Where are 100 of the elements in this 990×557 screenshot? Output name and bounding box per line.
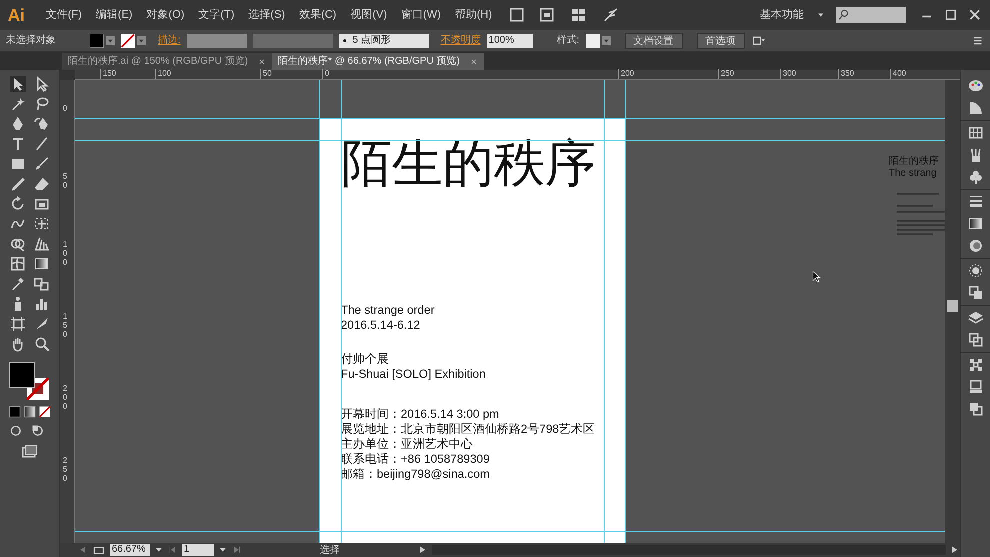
ruler-label: 200: [618, 69, 634, 79]
menu-item[interactable]: 文字(T): [192, 6, 242, 24]
symbols-icon[interactable]: [968, 169, 984, 185]
screen-mode-icon[interactable]: [20, 444, 38, 460]
close-icon[interactable]: [968, 8, 982, 22]
zoom-field[interactable]: 66.67%: [110, 544, 150, 556]
ruler-label: 50: [260, 69, 272, 79]
swatches-icon[interactable]: [968, 125, 984, 141]
mesh-icon[interactable]: [10, 256, 26, 272]
eyedropper-icon[interactable]: [10, 276, 26, 292]
ruler-label: 100: [63, 240, 68, 267]
app-logo: Ai: [8, 6, 25, 24]
rotate-icon[interactable]: [10, 196, 26, 212]
play-icon[interactable]: [418, 545, 428, 555]
transform-icon[interactable]: [968, 379, 984, 395]
graphic-styles-icon[interactable]: [968, 285, 984, 301]
stroke-label[interactable]: 描边:: [158, 33, 181, 48]
stroke-weight-field[interactable]: [186, 34, 247, 48]
curvature-pen-icon[interactable]: [34, 116, 50, 132]
opacity-label[interactable]: 不透明度: [440, 33, 481, 48]
menu-item[interactable]: 对象(O): [140, 6, 192, 24]
artwork-text: The strang: [889, 168, 938, 180]
gradient-panel-icon[interactable]: [968, 216, 984, 232]
brush-dropdown[interactable]: 5 点圆形: [338, 34, 429, 48]
bridge-icon[interactable]: [509, 7, 526, 23]
artboard-text-line: 主办单位：亚洲艺术中心: [341, 437, 474, 452]
dropdown-caret-icon[interactable]: [137, 34, 146, 48]
ruler-label: 400: [890, 69, 906, 79]
menu-item[interactable]: 窗口(W): [394, 6, 448, 24]
none-mode-icon[interactable]: [38, 406, 50, 418]
eraser-icon[interactable]: [34, 176, 50, 192]
close-icon[interactable]: [470, 58, 478, 66]
column-graph-icon[interactable]: [34, 296, 50, 312]
layers-icon[interactable]: [968, 310, 984, 326]
rectangle-icon[interactable]: [10, 156, 26, 172]
appearance-icon[interactable]: [968, 263, 984, 279]
color-mode-icon[interactable]: [8, 406, 20, 418]
first-artboard-icon[interactable]: [168, 545, 178, 555]
stroke-none-swatch-icon[interactable]: [121, 34, 135, 48]
fill-swatch-icon[interactable]: [90, 34, 104, 48]
gradient-mode-icon[interactable]: [24, 406, 36, 418]
graphic-style-swatch-icon[interactable]: [586, 34, 600, 48]
menu-item[interactable]: 视图(V): [344, 6, 394, 24]
artwork-text: 陌生的秩序: [889, 156, 939, 168]
document-tab[interactable]: 陌生的秩序* @ 66.67% (RGB/GPU 预览): [272, 53, 484, 70]
ruler-label: 0: [322, 69, 330, 79]
workspace-switcher[interactable]: 基本功能: [760, 6, 804, 24]
document-tab[interactable]: 陌生的秩序.ai @ 150% (RGB/GPU 预览): [62, 53, 272, 70]
magic-wand-icon[interactable]: [10, 96, 26, 112]
pathfinder-icon[interactable]: [968, 401, 984, 417]
brush-dot-icon: [342, 38, 348, 44]
last-artboard-icon[interactable]: [232, 545, 242, 555]
zoom-icon[interactable]: [34, 336, 50, 352]
artboard-title: 陌生的秩序: [341, 134, 596, 194]
artboard-text-line: 2016.5.14-6.12: [341, 318, 422, 333]
dropdown-caret-icon[interactable]: [602, 34, 611, 48]
close-icon[interactable]: [258, 58, 266, 66]
mouse-pointer-icon: [811, 270, 823, 284]
ruler-label: 250: [63, 456, 68, 483]
menu-item[interactable]: 帮助(H): [448, 6, 500, 24]
scrollbar-thumb[interactable]: [947, 300, 958, 312]
toolbar-button[interactable]: 首选项: [696, 32, 745, 48]
share-icon[interactable]: [92, 544, 106, 556]
arrow-left-icon[interactable]: [78, 545, 88, 555]
toolbar-button[interactable]: 文档设置: [624, 32, 683, 48]
line-segment-icon[interactable]: [34, 136, 50, 152]
menu-item[interactable]: 效果(C): [292, 6, 344, 24]
blend-icon[interactable]: [34, 276, 50, 292]
ruler-label: 350: [838, 69, 854, 79]
artboards-icon[interactable]: [968, 332, 984, 348]
perspective-grid-icon[interactable]: [34, 236, 50, 252]
artboard-text-line: 邮箱：beijing798@sina.com: [341, 467, 491, 482]
color-guide-icon[interactable]: [968, 100, 984, 116]
maximize-icon[interactable]: [944, 8, 958, 22]
align-icon[interactable]: [968, 357, 984, 373]
artboard-icon[interactable]: [10, 316, 26, 332]
menu-item[interactable]: 选择(S): [242, 6, 292, 24]
search-field[interactable]: [836, 7, 906, 23]
paintbrush-icon[interactable]: [34, 156, 50, 172]
artboard-text-line: The strange order: [341, 303, 435, 318]
free-transform-icon[interactable]: [34, 216, 50, 232]
stroke-panel-icon[interactable]: [968, 194, 984, 210]
fill-color-swatch[interactable]: [8, 362, 34, 388]
pencil-icon[interactable]: [10, 176, 26, 192]
transparency-icon[interactable]: [968, 238, 984, 254]
gradient-icon[interactable]: [34, 256, 50, 272]
menu-item[interactable]: 编辑(E): [89, 6, 140, 24]
artboard-text-line: 展览地址：北京市朝阳区酒仙桥路2号798艺术区: [341, 422, 596, 437]
opacity-field[interactable]: 100%: [486, 34, 533, 48]
scroll-right-icon[interactable]: [950, 545, 960, 555]
current-tool-status[interactable]: 选择: [320, 542, 340, 557]
style-label: 样式:: [556, 34, 580, 48]
menu-item[interactable]: 文件(F): [39, 6, 90, 24]
ruler-label: 100: [155, 69, 172, 79]
draw-normal-icon[interactable]: [9, 424, 23, 438]
panel-menu-icon[interactable]: [972, 34, 984, 46]
ruler-label: 150: [100, 69, 116, 79]
color-palette-icon[interactable]: [968, 78, 984, 94]
dropdown-caret-icon[interactable]: [106, 34, 115, 48]
artboard-number-field[interactable]: 1: [182, 544, 214, 556]
